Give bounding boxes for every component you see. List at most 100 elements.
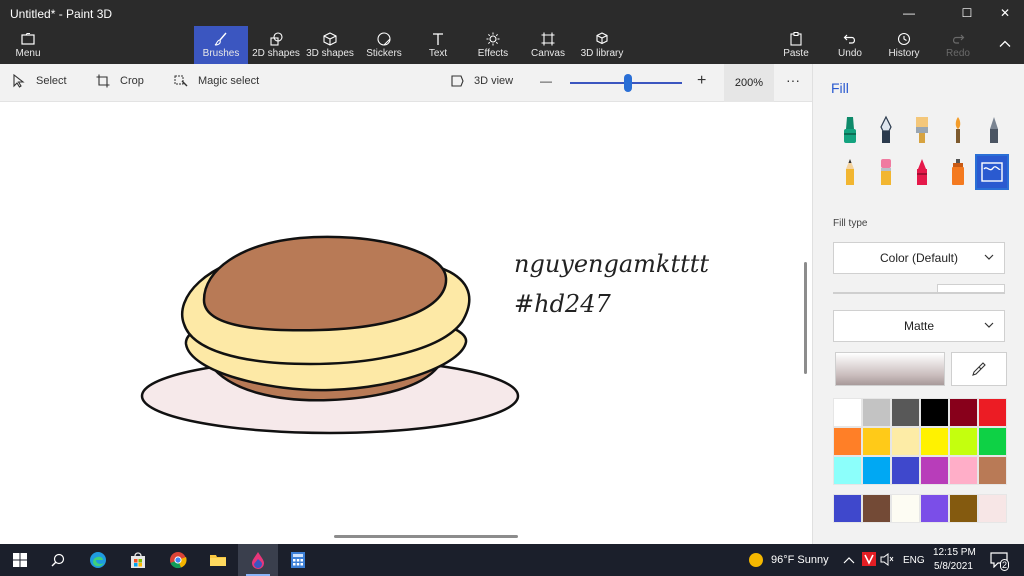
taskbar-paint3d[interactable] bbox=[238, 544, 278, 576]
eyedropper-button[interactable] bbox=[951, 352, 1007, 386]
weather-text[interactable]: 96°F Sunny bbox=[771, 554, 829, 566]
notification-count: 2 bbox=[1000, 559, 1010, 571]
paste-icon bbox=[790, 31, 802, 46]
horizontal-scrollbar[interactable] bbox=[334, 535, 518, 538]
palette-swatch[interactable] bbox=[862, 427, 891, 456]
palette-swatch[interactable] bbox=[862, 456, 891, 485]
palette-swatch[interactable] bbox=[862, 398, 891, 427]
palette-swatch[interactable] bbox=[833, 456, 862, 485]
marker-brush[interactable] bbox=[835, 114, 865, 146]
crop-button[interactable]: Crop bbox=[96, 74, 144, 88]
magic-select-button[interactable]: Magic select bbox=[174, 74, 259, 88]
3d-view-icon bbox=[451, 75, 464, 87]
palette-swatch[interactable] bbox=[833, 398, 862, 427]
redo-button[interactable]: Redo bbox=[942, 26, 974, 64]
vertical-scrollbar[interactable] bbox=[804, 262, 807, 374]
tab-stickers[interactable]: Stickers bbox=[360, 26, 408, 64]
undo-label: Undo bbox=[838, 47, 862, 59]
redo-label: Redo bbox=[946, 47, 970, 59]
finish-dropdown[interactable]: Matte bbox=[833, 310, 1005, 342]
fill-type-dropdown[interactable]: Color (Default) bbox=[833, 242, 1005, 274]
clock-date[interactable]: 5/8/2021 bbox=[934, 561, 973, 572]
taskbar-store[interactable] bbox=[118, 544, 158, 576]
pencil-icon bbox=[846, 159, 854, 185]
volume-muted-icon[interactable] bbox=[880, 553, 894, 566]
taskbar-search-button[interactable] bbox=[38, 544, 78, 576]
eraser-icon bbox=[881, 159, 891, 185]
palette-swatch[interactable] bbox=[949, 398, 978, 427]
language-indicator[interactable]: ENG bbox=[903, 555, 925, 566]
zoom-in-button[interactable]: + bbox=[697, 72, 706, 90]
palette-swatch[interactable] bbox=[833, 427, 862, 456]
paste-button[interactable]: Paste bbox=[778, 26, 814, 64]
palette-swatch[interactable] bbox=[978, 398, 1007, 427]
palette-swatch[interactable] bbox=[949, 456, 978, 485]
crayon-brush[interactable] bbox=[907, 156, 937, 188]
custom-color-swatch[interactable] bbox=[833, 494, 862, 523]
windows-start-button[interactable] bbox=[0, 544, 40, 576]
chevron-up-icon[interactable] bbox=[843, 555, 855, 565]
palette-swatch[interactable] bbox=[920, 427, 949, 456]
palette-swatch[interactable] bbox=[891, 398, 920, 427]
oil-brush-icon bbox=[916, 117, 928, 143]
more-options-button[interactable]: ··· bbox=[786, 72, 800, 88]
current-color-swatch[interactable] bbox=[835, 352, 945, 386]
antivirus-tray-icon[interactable] bbox=[862, 552, 876, 566]
taskbar-calculator[interactable] bbox=[278, 544, 318, 576]
history-button[interactable]: History bbox=[884, 26, 924, 64]
minimize-button[interactable]: — bbox=[886, 0, 932, 26]
palette-swatch[interactable] bbox=[920, 398, 949, 427]
custom-color-swatch[interactable] bbox=[949, 494, 978, 523]
taskbar-chrome[interactable] bbox=[158, 544, 198, 576]
tab-2d-shapes[interactable]: 2D shapes bbox=[250, 26, 302, 64]
tab-3d-shapes[interactable]: 3D shapes bbox=[304, 26, 356, 64]
opacity-slider[interactable] bbox=[833, 292, 1005, 294]
oil-brush[interactable] bbox=[907, 114, 937, 146]
taskbar: 96°F Sunny ENG 12:15 PM 5/8/2021 2 bbox=[0, 544, 1024, 576]
palette-swatch[interactable] bbox=[978, 456, 1007, 485]
tab-effects[interactable]: Effects bbox=[472, 26, 514, 64]
tab-3d-library[interactable]: 3D library bbox=[578, 26, 626, 64]
cube-icon bbox=[323, 31, 337, 46]
calligraphy-pen-brush[interactable] bbox=[871, 114, 901, 146]
tab-brushes[interactable]: Brushes bbox=[194, 26, 248, 64]
tab-2d-shapes-label: 2D shapes bbox=[252, 47, 300, 59]
select-button[interactable]: Select bbox=[12, 74, 67, 88]
palette-swatch[interactable] bbox=[891, 456, 920, 485]
color-palette bbox=[833, 398, 1007, 485]
drawing-canvas[interactable]: nguyengamktttt #hd247 bbox=[0, 102, 812, 544]
eraser-brush[interactable] bbox=[871, 156, 901, 188]
paint3d-icon bbox=[252, 552, 264, 569]
fill-brush[interactable] bbox=[975, 154, 1009, 190]
palette-swatch[interactable] bbox=[978, 427, 1007, 456]
window-title: Untitled* - Paint 3D bbox=[10, 7, 113, 21]
tab-text[interactable]: Text bbox=[420, 26, 456, 64]
custom-color-swatch[interactable] bbox=[920, 494, 949, 523]
taskbar-edge[interactable] bbox=[78, 544, 118, 576]
menu-label: Menu bbox=[15, 47, 41, 59]
toolbar: Select Crop Magic select 3D view — + ··· bbox=[0, 64, 812, 102]
spray-can-brush[interactable] bbox=[943, 156, 973, 188]
clock-time[interactable]: 12:15 PM bbox=[933, 547, 976, 558]
custom-color-swatch[interactable] bbox=[862, 494, 891, 523]
menu-button[interactable]: Menu bbox=[8, 26, 48, 64]
search-icon bbox=[51, 553, 65, 567]
close-button[interactable]: ✕ bbox=[982, 0, 1024, 26]
palette-swatch[interactable] bbox=[891, 427, 920, 456]
zoom-slider-thumb[interactable] bbox=[624, 74, 633, 92]
custom-color-swatch[interactable] bbox=[978, 494, 1007, 523]
palette-swatch[interactable] bbox=[949, 427, 978, 456]
taskbar-file-explorer[interactable] bbox=[198, 544, 238, 576]
palette-swatch[interactable] bbox=[920, 456, 949, 485]
watercolor-brush[interactable] bbox=[943, 114, 973, 146]
pixel-pen-brush[interactable] bbox=[979, 114, 1009, 146]
tab-effects-label: Effects bbox=[477, 47, 509, 59]
zoom-out-button[interactable]: — bbox=[540, 74, 552, 88]
pencil-brush[interactable] bbox=[835, 156, 865, 188]
zoom-percentage[interactable]: 200% bbox=[724, 64, 774, 102]
collapse-ribbon-button[interactable] bbox=[992, 26, 1018, 64]
custom-color-swatch[interactable] bbox=[891, 494, 920, 523]
undo-button[interactable]: Undo bbox=[834, 26, 866, 64]
3d-view-button[interactable]: 3D view bbox=[450, 74, 513, 88]
tab-canvas[interactable]: Canvas bbox=[528, 26, 568, 64]
